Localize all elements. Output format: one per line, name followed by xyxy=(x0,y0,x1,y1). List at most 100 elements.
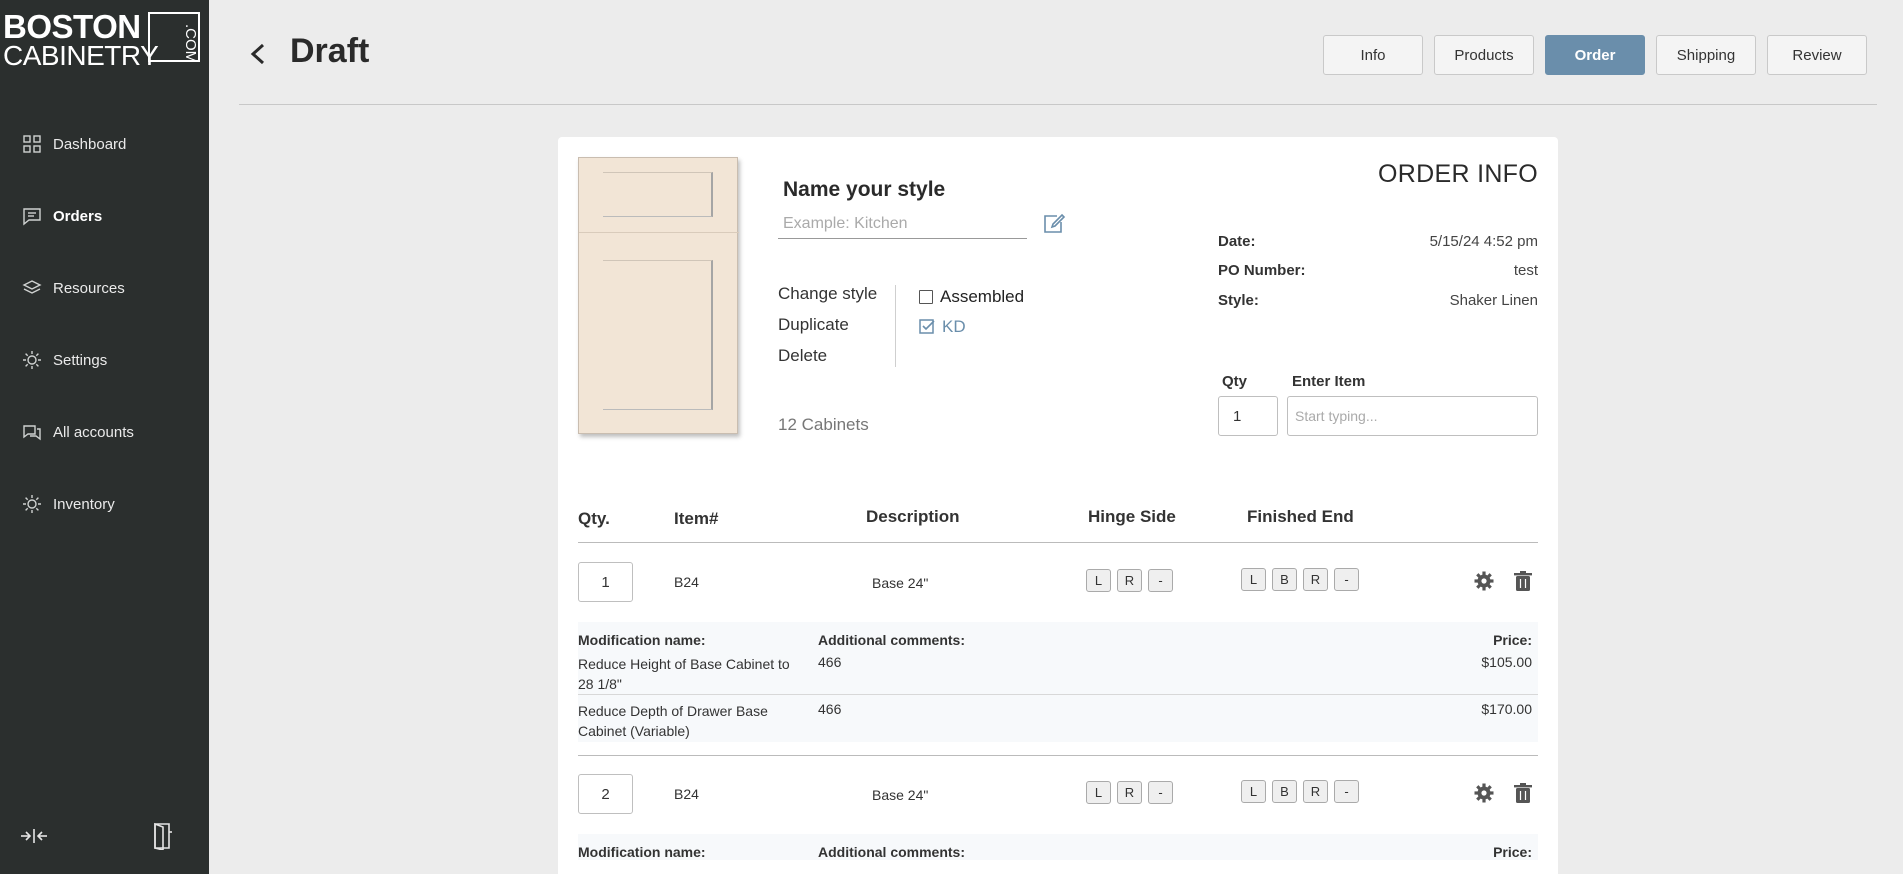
inventory-icon xyxy=(23,495,41,513)
sidebar-item-inventory[interactable]: Inventory xyxy=(0,468,209,540)
tab-products[interactable]: Products xyxy=(1434,35,1534,75)
checkbox-empty-icon xyxy=(919,290,933,304)
page-title: Draft xyxy=(290,32,370,70)
tab-order[interactable]: Order xyxy=(1545,35,1645,75)
hinge-none-button[interactable]: - xyxy=(1148,781,1173,804)
tab-review[interactable]: Review xyxy=(1767,35,1867,75)
date-value: 5/15/24 4:52 pm xyxy=(1429,233,1538,250)
logout-icon[interactable] xyxy=(152,822,174,850)
po-label: PO Number: xyxy=(1218,262,1306,279)
hinge-left-button[interactable]: L xyxy=(1086,569,1111,592)
order-card: Name your style Change style Duplicate D… xyxy=(558,137,1558,874)
mod-comments-header: Additional comments: xyxy=(818,844,966,860)
cabinet-count: 12 Cabinets xyxy=(778,415,869,434)
checkbox-checked-icon xyxy=(919,319,935,334)
finished-end-options: L B R - xyxy=(1241,780,1359,803)
finished-left-button[interactable]: L xyxy=(1241,780,1266,803)
mod-price-header: Price: xyxy=(1493,844,1532,860)
tab-info[interactable]: Info xyxy=(1323,35,1423,75)
sidebar-item-label: Orders xyxy=(53,207,103,225)
collapse-icon[interactable] xyxy=(20,826,48,846)
tab-shipping[interactable]: Shipping xyxy=(1656,35,1756,75)
row-qty-input[interactable] xyxy=(578,774,633,814)
finished-right-button[interactable]: R xyxy=(1303,780,1328,803)
row-item-number: B24 xyxy=(674,574,699,590)
trash-icon[interactable] xyxy=(1513,782,1533,804)
enter-item-input[interactable] xyxy=(1287,396,1538,436)
mod-comment: 466 xyxy=(818,701,842,717)
table-header-divider xyxy=(578,542,1538,543)
style-row: Style: Shaker Linen xyxy=(1218,292,1538,309)
sidebar-footer xyxy=(0,822,209,852)
kd-checkbox[interactable]: KD xyxy=(919,317,966,337)
style-name-heading: Name your style xyxy=(783,178,946,201)
sidebar-item-settings[interactable]: Settings xyxy=(0,324,209,396)
finished-none-button[interactable]: - xyxy=(1334,780,1359,803)
brand-logo[interactable]: BOSTON CABINETRY .COM xyxy=(3,8,201,71)
sidebar-nav: Dashboard Orders Resources Settings All … xyxy=(0,108,209,540)
hinge-right-button[interactable]: R xyxy=(1117,781,1142,804)
row-description: Base 24" xyxy=(872,787,929,803)
finished-both-button[interactable]: B xyxy=(1272,568,1297,591)
finished-none-button[interactable]: - xyxy=(1334,568,1359,591)
logo-line1: BOSTON xyxy=(3,8,141,45)
layers-icon xyxy=(22,280,42,294)
sidebar-item-all-accounts[interactable]: All accounts xyxy=(0,396,209,468)
duplicate-link[interactable]: Duplicate xyxy=(778,316,877,347)
qty-label: Qty xyxy=(1222,373,1248,390)
mod-comment: 466 xyxy=(818,654,842,670)
gear-icon[interactable] xyxy=(1473,570,1495,592)
modification-row: Reduce Depth of Drawer Base Cabinet (Var… xyxy=(578,695,1538,742)
col-header-description: Description xyxy=(866,507,960,526)
header-divider xyxy=(239,104,1877,105)
assembled-checkbox[interactable]: Assembled xyxy=(919,287,1024,307)
sidebar: BOSTON CABINETRY .COM Dashboard Orders R… xyxy=(0,0,209,874)
row-qty-input[interactable] xyxy=(578,562,633,602)
hinge-right-button[interactable]: R xyxy=(1117,569,1142,592)
change-style-link[interactable]: Change style xyxy=(778,285,877,316)
modification-row: Reduce Height of Base Cabinet to 28 1/8"… xyxy=(578,648,1538,695)
add-qty-input[interactable] xyxy=(1218,396,1278,436)
finished-right-button[interactable]: R xyxy=(1303,568,1328,591)
back-arrow-icon[interactable] xyxy=(248,40,268,68)
order-date-row: Date: 5/15/24 4:52 pm xyxy=(1218,233,1538,250)
sidebar-item-orders[interactable]: Orders xyxy=(0,180,209,252)
mod-name-header: Modification name: xyxy=(578,632,706,648)
sidebar-item-resources[interactable]: Resources xyxy=(0,252,209,324)
grid-icon xyxy=(23,135,41,153)
style-label: Style: xyxy=(1218,292,1259,309)
modifications-header: Modification name: Additional comments: … xyxy=(578,834,1538,860)
row-item-number: B24 xyxy=(674,786,699,802)
sidebar-item-label: Resources xyxy=(53,279,125,297)
col-header-finished-end: Finished End xyxy=(1247,507,1354,526)
gear-icon[interactable] xyxy=(1473,782,1495,804)
mod-comments-header: Additional comments: xyxy=(818,632,966,648)
settings-icon xyxy=(23,351,41,369)
row-divider xyxy=(578,755,1538,756)
hinge-side-options: L R - xyxy=(1086,569,1173,592)
style-name-input[interactable] xyxy=(778,209,1027,239)
delete-link[interactable]: Delete xyxy=(778,347,877,378)
sidebar-item-label: Dashboard xyxy=(53,135,127,153)
finished-left-button[interactable]: L xyxy=(1241,568,1266,591)
door-mid-panel xyxy=(603,260,713,410)
trash-icon[interactable] xyxy=(1513,570,1533,592)
hinge-left-button[interactable]: L xyxy=(1086,781,1111,804)
mod-price: $170.00 xyxy=(1481,701,1532,717)
style-actions: Change style Duplicate Delete xyxy=(778,285,877,378)
accounts-icon xyxy=(23,425,41,441)
step-tabs: Info Products Order Shipping Review xyxy=(1323,35,1867,75)
po-value: test xyxy=(1513,262,1538,279)
edit-icon[interactable] xyxy=(1042,213,1066,235)
enter-item-label: Enter Item xyxy=(1292,373,1366,390)
table-row: B24 Base 24" L R - L B R - xyxy=(578,562,1538,622)
hinge-side-options: L R - xyxy=(1086,781,1173,804)
mod-price-header: Price: xyxy=(1493,632,1532,648)
hinge-none-button[interactable]: - xyxy=(1148,569,1173,592)
style-value: Shaker Linen xyxy=(1449,292,1538,309)
row-description: Base 24" xyxy=(872,575,929,591)
logo-line2: CABINETRY xyxy=(3,40,159,71)
finished-both-button[interactable]: B xyxy=(1272,780,1297,803)
sidebar-item-dashboard[interactable]: Dashboard xyxy=(0,108,209,180)
sidebar-item-label: Inventory xyxy=(53,495,115,513)
